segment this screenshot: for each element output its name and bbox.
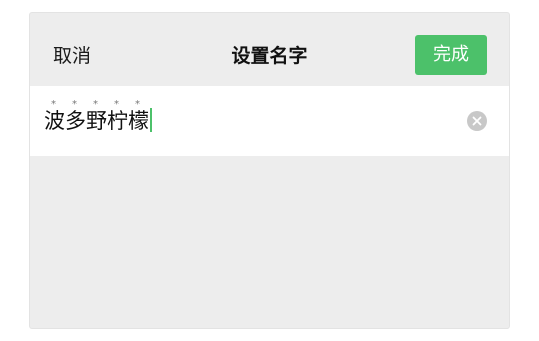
cancel-button[interactable]: 取消: [53, 44, 91, 68]
name-input[interactable]: 波多野柠檬: [44, 107, 152, 135]
dialog-header: 取消 设置名字 完成: [30, 13, 509, 86]
clear-icon[interactable]: [467, 111, 487, 131]
name-field[interactable]: ***** 波多野柠檬: [30, 86, 509, 156]
done-button[interactable]: 完成: [415, 35, 487, 75]
name-input-value: 波多野柠檬: [44, 109, 149, 133]
rename-dialog: 取消 设置名字 完成 ***** 波多野柠檬: [29, 12, 510, 329]
close-icon: [472, 116, 482, 126]
text-caret: [150, 108, 152, 132]
